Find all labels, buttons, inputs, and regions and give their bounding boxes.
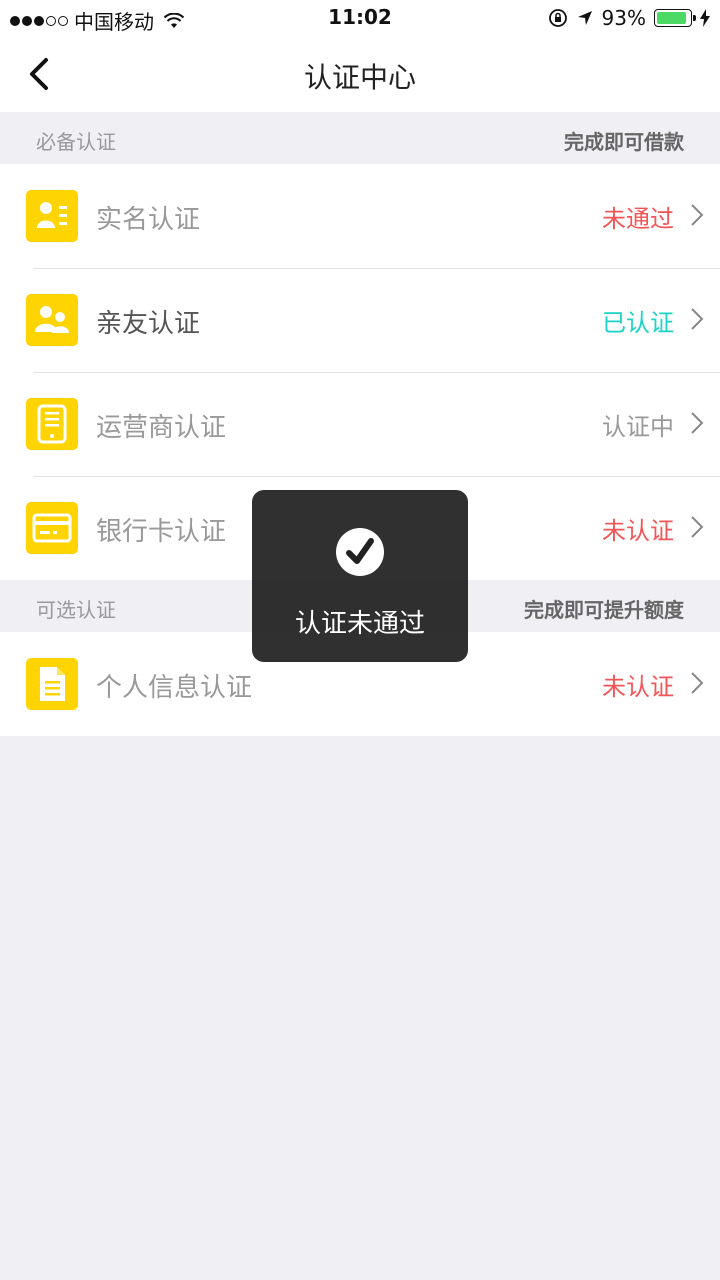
- item-label: 银行卡认证: [96, 517, 227, 547]
- toast-message: 认证未通过: [252, 490, 468, 662]
- status-bar: 中国移动 11:02 93%: [0, 0, 720, 36]
- status-badge: 已认证: [602, 309, 674, 337]
- document-icon: [26, 658, 78, 710]
- status-badge: 认证中: [602, 413, 674, 441]
- list-item-carrier[interactable]: 运营商认证 认证中: [0, 372, 720, 476]
- charging-bolt-icon: [700, 9, 710, 27]
- rotation-lock-icon: [548, 9, 567, 27]
- page-title: 认证中心: [303, 61, 416, 94]
- status-badge: 未通过: [602, 205, 674, 233]
- chevron-right-icon: [691, 672, 704, 694]
- list-item-contacts[interactable]: 亲友认证 已认证: [0, 268, 720, 372]
- section-note: 完成即可提升额度: [524, 598, 684, 622]
- toast-text: 认证未通过: [294, 609, 425, 639]
- bank-card-icon: [26, 502, 78, 554]
- list-item-real-name[interactable]: 实名认证 未通过: [0, 164, 720, 268]
- id-card-icon: [26, 190, 78, 242]
- section-note: 完成即可借款: [564, 130, 684, 154]
- item-label: 个人信息认证: [96, 673, 253, 703]
- phone-icon: [26, 398, 78, 450]
- chevron-right-icon: [691, 204, 704, 226]
- section-title: 可选认证: [36, 598, 116, 622]
- battery-icon: [654, 9, 696, 27]
- battery-percent: 93%: [601, 6, 646, 30]
- check-circle-icon: [336, 528, 384, 576]
- chevron-right-icon: [691, 412, 704, 434]
- item-label: 实名认证: [96, 205, 201, 235]
- chevron-right-icon: [691, 308, 704, 330]
- contacts-icon: [26, 294, 78, 346]
- chevron-right-icon: [691, 516, 704, 538]
- status-badge: 未认证: [602, 673, 674, 701]
- item-label: 运营商认证: [96, 413, 227, 443]
- section-title: 必备认证: [36, 130, 116, 154]
- nav-bar: 认证中心: [0, 36, 720, 112]
- location-arrow-icon: [577, 11, 592, 25]
- status-badge: 未认证: [602, 517, 674, 545]
- section-header-required: 必备认证 完成即可借款: [0, 112, 720, 164]
- battery-level: [657, 12, 686, 24]
- item-label: 亲友认证: [96, 309, 201, 339]
